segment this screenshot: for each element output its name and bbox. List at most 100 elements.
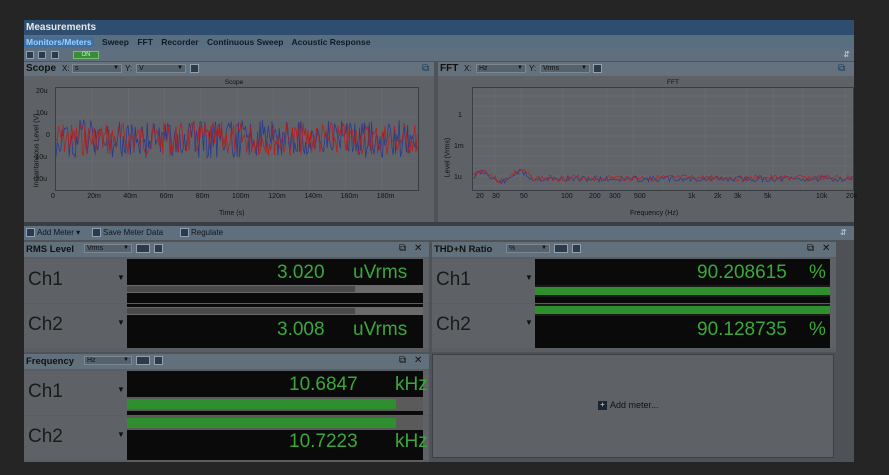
tab-acoustic-response[interactable]: Acoustic Response: [292, 37, 371, 47]
popout-icon[interactable]: ⧉: [422, 63, 429, 74]
freq-ch2-display: 10.7223 kHz: [127, 416, 428, 460]
on-toggle[interactable]: ON: [73, 51, 99, 59]
add-meter-label: Add Meter: [37, 228, 74, 237]
fft-x-tick: 2k: [714, 193, 722, 200]
rms-header: RMS Level Vrms ▼ ⧉ ✕: [24, 242, 429, 257]
meter-scroll-area: [836, 240, 854, 462]
popout-icon[interactable]: ⧉: [807, 243, 814, 254]
close-icon[interactable]: ✕: [414, 355, 422, 366]
popout-icon[interactable]: ⧉: [399, 243, 406, 254]
add-meter-panel[interactable]: + Add meter...: [432, 354, 834, 458]
thdn-unit: %: [509, 245, 516, 252]
rms-unit-select[interactable]: Vrms ▼: [84, 244, 132, 253]
freq-ch2-row: Ch2 ▼ 10.7223 kHz: [24, 416, 429, 460]
thdn-format-icon[interactable]: [554, 244, 568, 253]
popout-icon[interactable]: ⧉: [838, 63, 845, 74]
chevron-down-icon[interactable]: ▼: [525, 273, 533, 282]
fft-x-tick: 100: [561, 193, 573, 200]
thdn-ch1-label: Ch1: [436, 269, 471, 290]
rms-title: RMS Level: [26, 244, 75, 255]
graph-icon[interactable]: [51, 51, 59, 59]
scale-icon[interactable]: [38, 51, 46, 59]
close-icon[interactable]: ✕: [822, 243, 830, 254]
add-meter-link[interactable]: + Add meter...: [598, 400, 659, 411]
scope-y-tick: -20u: [33, 176, 48, 183]
chevron-down-icon[interactable]: ▼: [117, 430, 125, 439]
scope-y-unit-select[interactable]: V ▼: [136, 64, 186, 73]
freq-ch1-value: 10.6847: [289, 374, 358, 395]
scope-y-tick: -10u: [33, 154, 48, 161]
chevron-down-icon: ▼: [517, 65, 523, 71]
fft-x-tick: 200: [589, 193, 601, 200]
pin-icon[interactable]: ⇵: [840, 226, 847, 240]
scope-y-tick: 0: [46, 132, 50, 139]
scope-x-tick: 100m: [232, 193, 250, 200]
fft-header: FFT X: Hz ▼ Y: Vrms ▼ ⧉: [438, 62, 854, 76]
rms-format-icon[interactable]: [136, 244, 150, 253]
freq-ch2-label: Ch2: [28, 426, 63, 447]
layout-icon[interactable]: [26, 51, 34, 59]
freq-ch2-value: 10.7223: [289, 431, 358, 452]
rms-ch1-label: Ch1: [28, 269, 63, 290]
freq-ch1-unit: kHz: [395, 374, 428, 395]
scope-y-tick: 20u: [36, 88, 48, 95]
freq-format-icon[interactable]: [136, 356, 150, 365]
thdn-ch1-value: 90.208615: [697, 262, 787, 283]
scope-x-label: X:: [62, 64, 70, 73]
scope-plot-area[interactable]: [55, 87, 419, 191]
scope-title: Scope: [26, 63, 57, 74]
fft-x-tick: 3k: [734, 193, 742, 200]
chevron-down-icon[interactable]: ▼: [117, 273, 125, 282]
fft-x-axis-title: Frequency (Hz): [630, 210, 679, 217]
add-meter-panel-label: Add meter...: [610, 400, 659, 410]
tab-sweep[interactable]: Sweep: [102, 37, 129, 47]
rms-ch1-value: 3.020: [277, 262, 325, 283]
tab-fft[interactable]: FFT: [137, 37, 153, 47]
chevron-down-icon: ▼: [123, 245, 129, 251]
add-meter-button[interactable]: Add Meter ▾: [26, 226, 80, 240]
freq-ch2-unit: kHz: [395, 431, 428, 452]
thdn-ch1-bar: [535, 287, 830, 295]
view-toolbar: ON ⇵: [24, 49, 854, 61]
scope-x-tick: 120m: [268, 193, 286, 200]
freq-unit-select[interactable]: Hz ▼: [84, 356, 132, 365]
tab-recorder[interactable]: Recorder: [161, 37, 198, 47]
rms-ch1-display: 3.020 uVrms: [127, 259, 423, 303]
chevron-down-icon[interactable]: ▼: [117, 385, 125, 394]
fft-title: FFT: [440, 63, 459, 74]
fft-x-tick: 10k: [816, 193, 828, 200]
chevron-down-icon[interactable]: ▼: [525, 318, 533, 327]
fft-x-tick: 20: [476, 193, 484, 200]
thdn-settings-icon[interactable]: [572, 244, 581, 253]
regulate-button[interactable]: Regulate: [180, 226, 223, 240]
popout-icon[interactable]: ⧉: [399, 355, 406, 366]
scope-settings-icon[interactable]: [190, 64, 199, 73]
freq-header: Frequency Hz ▼ ⧉ ✕: [24, 354, 429, 369]
scope-x-tick: 180m: [376, 193, 395, 200]
scope-x-unit-select[interactable]: s ▼: [72, 64, 122, 73]
fft-plot-area[interactable]: [472, 87, 854, 191]
plus-icon: +: [598, 401, 607, 411]
freq-unit: Hz: [87, 357, 96, 364]
save-icon: [92, 228, 101, 238]
fft-x-tick: 5k: [764, 193, 772, 200]
freq-settings-icon[interactable]: [154, 356, 163, 365]
fft-settings-icon[interactable]: [593, 64, 602, 73]
freq-ch1-row: Ch1 ▼ 10.6847 kHz: [24, 371, 429, 415]
fft-y-unit-select[interactable]: Vrms ▼: [540, 64, 590, 73]
scope-header: Scope X: s ▼ Y: V ▼ ⧉: [24, 62, 434, 76]
save-meter-data-button[interactable]: Save Meter Data: [92, 226, 163, 240]
close-icon[interactable]: ✕: [414, 243, 422, 254]
fft-x-label: X:: [464, 64, 472, 73]
tab-continuous-sweep[interactable]: Continuous Sweep: [207, 37, 284, 47]
thdn-unit-select[interactable]: % ▼: [506, 244, 550, 253]
fft-x-unit-select[interactable]: Hz ▼: [476, 64, 526, 73]
chevron-down-icon[interactable]: ▼: [117, 318, 125, 327]
rms-ch1-row: Ch1 ▼ 3.020 uVrms: [24, 259, 429, 303]
tab-monitors-meters[interactable]: Monitors/Meters: [24, 37, 94, 47]
rms-settings-icon[interactable]: [154, 244, 163, 253]
fft-x-tick: 500: [634, 193, 646, 200]
rms-ch2-label: Ch2: [28, 314, 63, 335]
rms-ch1-bar: [127, 286, 355, 292]
pin-icon[interactable]: ⇵: [843, 50, 850, 59]
